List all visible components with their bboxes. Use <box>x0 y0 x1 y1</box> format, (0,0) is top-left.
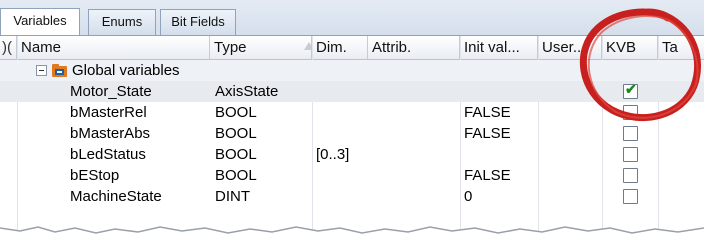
table-row[interactable]: bLedStatus BOOL [0..3] <box>0 144 704 165</box>
column-label: KVB <box>606 39 637 56</box>
column-header-init-value[interactable]: Init val... <box>460 36 538 59</box>
column-header-user[interactable]: User... <box>538 36 602 59</box>
variable-init-value[interactable]: FALSE <box>464 165 511 186</box>
variables-editor: Variables Enums Bit Fields )( Name Type … <box>0 0 704 249</box>
table-row[interactable]: Motor_State AxisState ✔ <box>0 81 704 102</box>
tab-label: Bit Fields <box>171 14 225 29</box>
table-row[interactable]: bMasterAbs BOOL FALSE <box>0 123 704 144</box>
tab-bit-fields[interactable]: Bit Fields <box>160 9 236 35</box>
table-row[interactable]: bEStop BOOL FALSE <box>0 165 704 186</box>
grid-header: )( Name Type Dim. Attrib. Init val... Us… <box>0 36 704 60</box>
table-row[interactable]: bMasterRel BOOL FALSE <box>0 102 704 123</box>
kvb-checkbox[interactable] <box>623 147 638 162</box>
variable-name[interactable]: bMasterAbs <box>70 123 150 144</box>
torn-edge-decoration <box>0 226 704 249</box>
column-label: Dim. <box>316 39 347 56</box>
kvb-checkbox[interactable]: ✔ <box>623 81 638 99</box>
variable-dim[interactable]: [0..3] <box>316 144 349 165</box>
variable-init-value[interactable]: FALSE <box>464 123 511 144</box>
tab-label: Variables <box>13 13 67 28</box>
variable-type[interactable]: BOOL <box>215 102 257 123</box>
collapse-toggle-icon[interactable] <box>36 65 47 76</box>
kvb-checkbox[interactable] <box>623 189 638 204</box>
checkmark-icon: ✔ <box>625 81 637 97</box>
column-label: User... <box>542 39 586 56</box>
column-label: Init val... <box>464 39 520 56</box>
table-row[interactable]: MachineState DINT 0 <box>0 186 704 207</box>
variables-folder-icon <box>52 64 67 77</box>
kvb-checkbox[interactable] <box>623 168 638 183</box>
variable-name[interactable]: bEStop <box>70 165 119 186</box>
variable-type[interactable]: BOOL <box>215 123 257 144</box>
variable-type[interactable]: DINT <box>215 186 250 207</box>
kvb-checkbox[interactable] <box>623 105 638 120</box>
column-header-type[interactable]: Type <box>210 36 312 59</box>
variable-name[interactable]: Motor_State <box>70 81 152 102</box>
variable-name[interactable]: bMasterRel <box>70 102 147 123</box>
tab-variables[interactable]: Variables <box>0 8 80 36</box>
group-row-global-variables[interactable]: Global variables <box>0 60 704 81</box>
column-header-attrib[interactable]: Attrib. <box>368 36 460 59</box>
variable-type[interactable]: BOOL <box>215 144 257 165</box>
column-header-dim[interactable]: Dim. <box>312 36 368 59</box>
tab-enums[interactable]: Enums <box>88 9 156 35</box>
column-header-kvb[interactable]: KVB <box>602 36 658 59</box>
tab-label: Enums <box>101 14 143 29</box>
variable-name[interactable]: bLedStatus <box>70 144 146 165</box>
variable-type[interactable]: AxisState <box>215 81 278 102</box>
variables-grid: )( Name Type Dim. Attrib. Init val... Us… <box>0 35 704 249</box>
column-label: Type <box>214 39 247 56</box>
variable-init-value[interactable]: FALSE <box>464 102 511 123</box>
variable-type[interactable]: BOOL <box>215 165 257 186</box>
column-label: Name <box>21 39 62 56</box>
sort-ascending-icon <box>304 42 311 50</box>
group-label: Global variables <box>72 62 180 79</box>
column-header-ta[interactable]: Ta <box>658 36 704 59</box>
row-header-corner: )( <box>0 36 17 59</box>
column-label: Ta <box>662 39 678 56</box>
column-label: Attrib. <box>372 39 412 56</box>
kvb-checkbox[interactable] <box>623 126 638 141</box>
variable-name[interactable]: MachineState <box>70 186 162 207</box>
tab-strip: Variables Enums Bit Fields <box>0 0 704 36</box>
variable-init-value[interactable]: 0 <box>464 186 472 207</box>
column-header-name[interactable]: Name <box>17 36 210 59</box>
